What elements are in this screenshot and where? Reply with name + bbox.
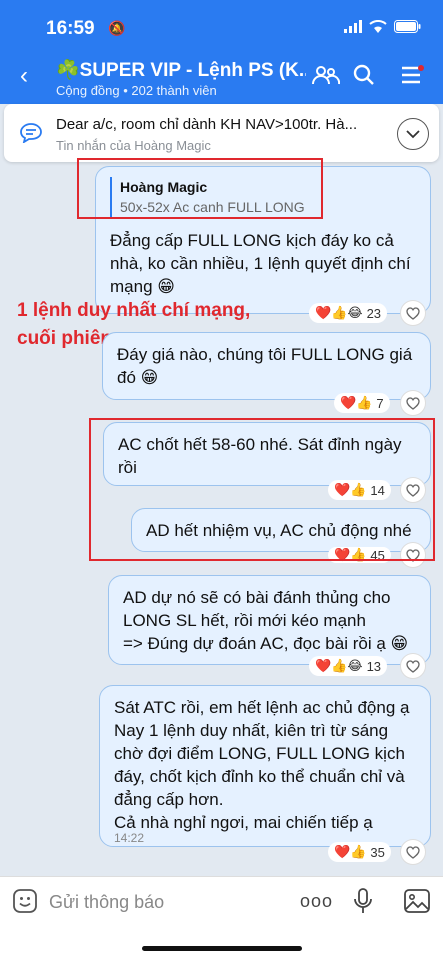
message-timestamp: 14:22 <box>114 831 145 845</box>
pinned-message[interactable]: Dear a/c, room chỉ dành KH NAV>100tr. Hà… <box>4 104 439 162</box>
reaction-summary[interactable]: ❤️👍 35 <box>328 842 391 862</box>
react-heart-button[interactable] <box>400 300 426 326</box>
react-heart-button[interactable] <box>400 390 426 416</box>
reaction-icons: ❤️👍 <box>340 395 373 410</box>
message-text: AD dự nó sẽ có bài đánh thủng cho LONG S… <box>123 588 409 653</box>
reaction-summary[interactable]: ❤️👍😂 23 <box>309 303 388 323</box>
message-composer: Gửi thông báo ooo <box>0 876 443 960</box>
back-button[interactable]: ‹ <box>20 62 28 90</box>
reaction-count: 35 <box>370 844 385 860</box>
reaction-icons: ❤️👍 <box>334 844 367 859</box>
pinned-author: Tin nhắn của Hoàng Magic <box>56 138 211 153</box>
more-icon[interactable]: ooo <box>300 891 333 912</box>
menu-icon[interactable] <box>400 64 424 91</box>
members-icon[interactable] <box>312 64 341 91</box>
home-indicator <box>142 946 302 951</box>
react-heart-button[interactable] <box>400 839 426 865</box>
message-bubble[interactable]: Sát ATC rồi, em hết lệnh ac chủ động ạ N… <box>99 685 431 847</box>
emoji-icon[interactable] <box>13 889 37 918</box>
expand-button[interactable] <box>397 118 429 150</box>
status-bar: 16:59 🔕 <box>0 0 443 48</box>
reaction-summary[interactable]: ❤️👍 7 <box>334 393 390 413</box>
message-text: Đẳng cấp FULL LONG kịch đáy ko cả nhà, k… <box>110 231 411 296</box>
message-bubble[interactable]: Đáy giá nào, chúng tôi FULL LONG giá đó … <box>102 332 431 400</box>
react-heart-button[interactable] <box>400 653 426 679</box>
message-text: Đáy giá nào, chúng tôi FULL LONG giá đó … <box>117 345 413 387</box>
reaction-icons: ❤️👍😂 <box>315 305 363 320</box>
mute-icon: 🔕 <box>108 20 126 36</box>
annotation-box-exit <box>89 418 435 561</box>
search-icon[interactable] <box>353 64 375 91</box>
message-bubble[interactable]: AD dự nó sẽ có bài đánh thủng cho LONG S… <box>108 575 431 665</box>
battery-icon <box>394 20 421 33</box>
group-subtitle: Cộng đồng • 202 thành viên <box>56 83 217 98</box>
pinned-text: Dear a/c, room chỉ dành KH NAV>100tr. Hà… <box>56 116 358 133</box>
chat-header: ‹ ☘️SUPER VIP - Lệnh PS (K... Cộng đồng … <box>0 48 443 104</box>
chat-bubble-icon <box>20 123 42 148</box>
image-icon[interactable] <box>404 889 430 918</box>
wifi-icon <box>369 20 387 33</box>
reaction-summary[interactable]: ❤️👍😂 13 <box>309 656 388 676</box>
group-title[interactable]: ☘️SUPER VIP - Lệnh PS (K... <box>56 58 306 82</box>
status-time: 16:59 <box>46 18 95 39</box>
annotation-box-quote <box>77 158 323 219</box>
message-input[interactable]: Gửi thông báo <box>49 892 164 913</box>
microphone-icon[interactable] <box>354 888 372 919</box>
reaction-count: 7 <box>376 395 384 411</box>
reaction-icons: ❤️👍😂 <box>315 658 363 673</box>
message-text: Sát ATC rồi, em hết lệnh ac chủ động ạ N… <box>114 698 410 832</box>
reaction-count: 23 <box>366 305 382 321</box>
signal-icon <box>344 20 362 33</box>
reaction-count: 13 <box>366 658 382 674</box>
